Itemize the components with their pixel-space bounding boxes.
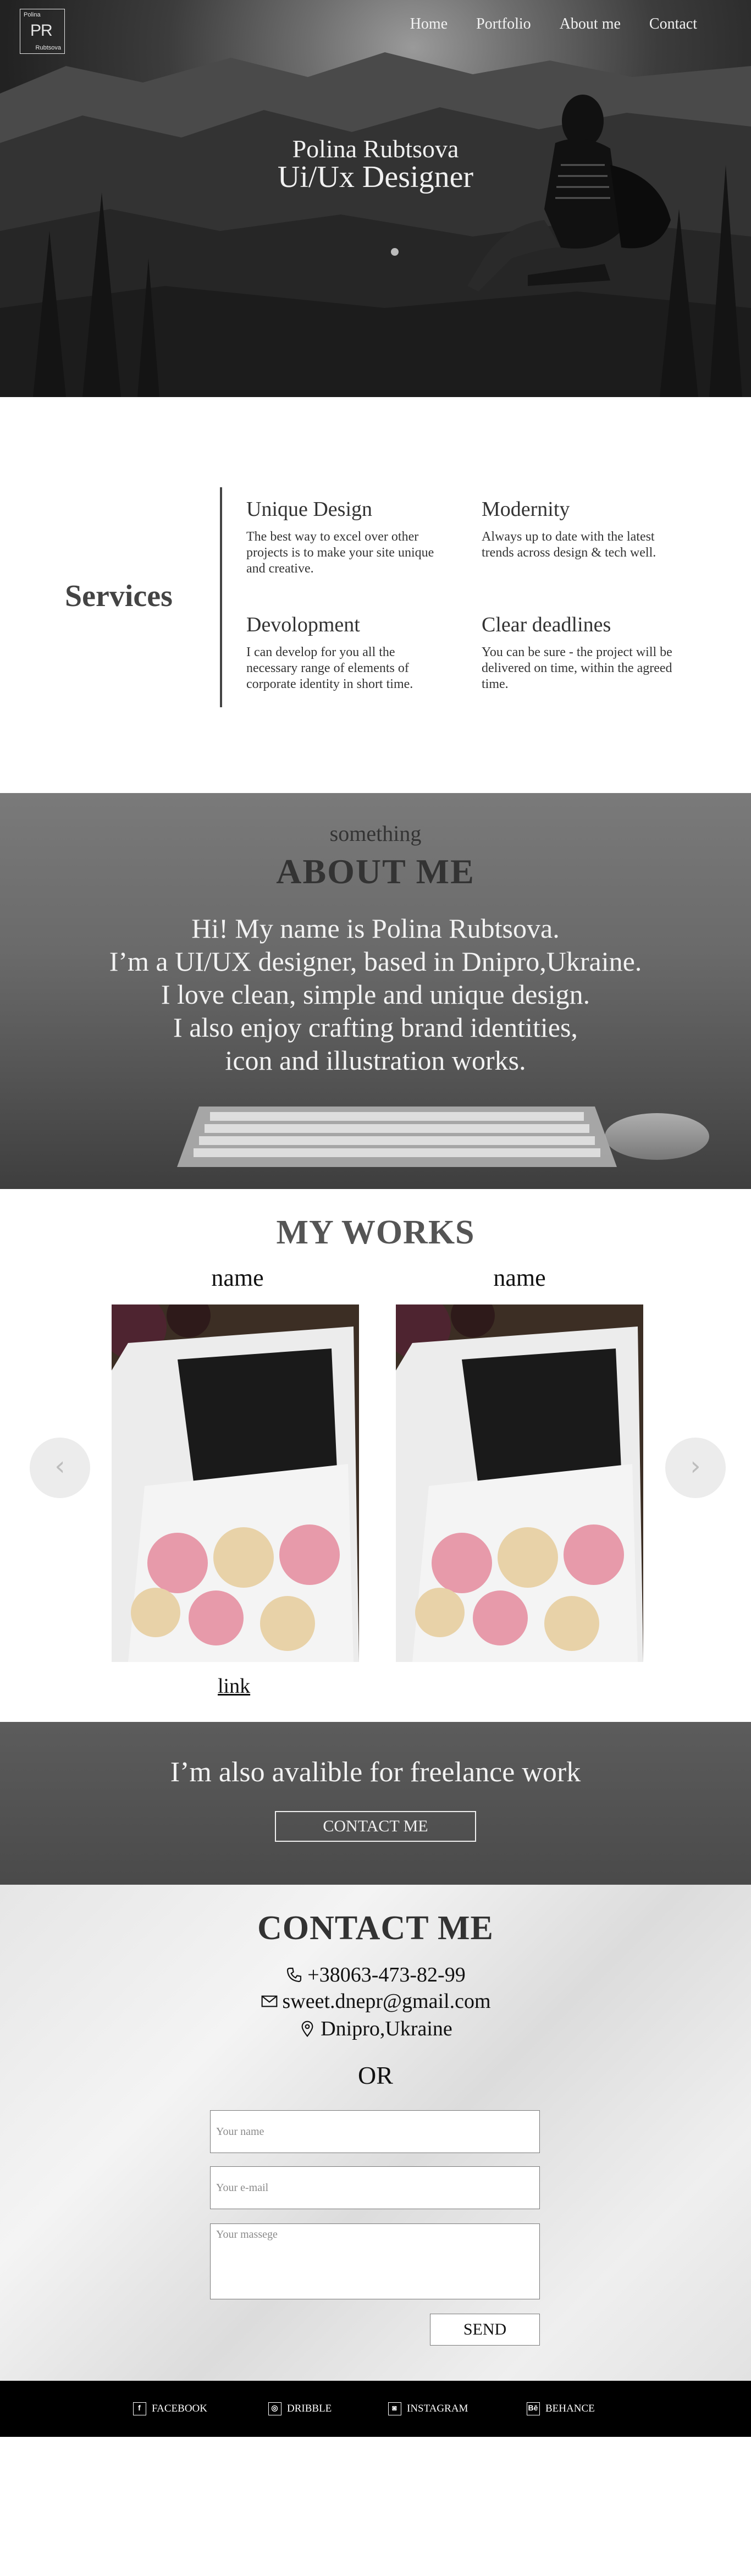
contact-section: CONTACT ME +38063-473-82-99 sweet.dnepr@… [0,1885,751,2381]
facebook-label: FACEBOOK [152,2403,207,2414]
instagram-label: INSTAGRAM [407,2403,468,2414]
hero-role: Ui/Ux Designer [277,160,474,194]
logo-last-name: Rubtsova [35,45,61,51]
services-title: Services [65,579,173,613]
services-divider [220,487,222,707]
location-pin-icon [301,2021,313,2038]
mouse-image [605,1113,709,1160]
keyboard-image [177,1107,617,1167]
message-textarea[interactable] [211,2224,539,2299]
work-name: name [493,1264,546,1291]
service-text: I can develop for you all the necessary … [246,645,413,691]
about-subtitle: something [329,821,422,846]
work-link[interactable]: link [218,1674,250,1698]
service-text: You can be sure - the project will be de… [482,645,672,691]
about-line: Hi! My name is Polina Rubtsova. [191,913,560,944]
facebook-link[interactable]: f FACEBOOK [133,2402,207,2415]
chevron-left-icon: ‹ [54,1451,65,1482]
email-field-wrapper [210,2166,540,2209]
message-field-wrapper [210,2223,540,2299]
contact-email: sweet.dnepr@gmail.com [0,1989,751,2013]
dribbble-label: DRIBBLE [287,2403,332,2414]
service-title: Unique Design [246,498,373,521]
contact-title: CONTACT ME [257,1909,494,1947]
service-development: Devolopment I can develop for you all th… [246,613,444,692]
logo[interactable]: Polina PR Rubtsova [20,9,65,54]
chevron-right-icon: › [690,1451,701,1482]
freelance-text: I’m also avalible for freelance work [170,1757,581,1788]
carousel-prev-button[interactable]: ‹ [30,1438,90,1498]
work-thumbnail[interactable] [396,1304,643,1662]
work-name: name [211,1264,264,1291]
logo-first-name: Polina [24,12,41,18]
name-field-wrapper [210,2110,540,2153]
service-title: Modernity [482,498,570,521]
instagram-link[interactable]: ◙ INSTAGRAM [388,2402,468,2415]
phone-text[interactable]: +38063-473-82-99 [307,1963,465,1986]
behance-link[interactable]: Bē BEHANCE [527,2402,595,2415]
dribbble-icon: ◎ [268,2402,281,2415]
or-divider: OR [358,2061,393,2089]
dribbble-link[interactable]: ◎ DRIBBLE [268,2402,332,2415]
main-nav: Home Portfolio About me Contact [410,15,697,33]
behance-label: BEHANCE [545,2403,595,2414]
name-input[interactable] [211,2111,539,2153]
cupcake-box-image [112,1304,359,1662]
service-text: Always up to date with the latest trends… [482,530,656,560]
email-input[interactable] [211,2167,539,2209]
about-line: I’m a UI/UX designer, based in Dnipro,Uk… [109,946,642,977]
contact-location: Dnipro,Ukraine [0,2017,751,2041]
facebook-icon: f [133,2402,146,2415]
mail-icon [261,1995,277,2007]
cupcake-box-image [396,1304,643,1662]
nav-home-link[interactable]: Home [410,15,448,33]
nav-about-link[interactable]: About me [560,15,621,33]
carousel-next-button[interactable]: › [665,1438,726,1498]
about-line: I also enjoy crafting brand identities, [173,1012,578,1043]
logo-initials: PR [30,21,53,40]
nav-portfolio-link[interactable]: Portfolio [476,15,531,33]
footer: f FACEBOOK ◎ DRIBBLE ◙ INSTAGRAM Bē BEHA… [0,2381,751,2437]
about-line: icon and illustration works. [225,1045,526,1076]
instagram-icon: ◙ [388,2402,401,2415]
about-section: something ABOUT ME Hi! My name is Polina… [0,793,751,1189]
service-modernity: Modernity Always up to date with the lat… [482,497,680,561]
email-text[interactable]: sweet.dnepr@gmail.com [283,1990,491,2013]
service-text: The best way to excel over other project… [246,530,434,576]
phone-icon [287,1967,302,1983]
contact-phone: +38063-473-82-99 [0,1963,751,1987]
service-title: Devolopment [246,613,360,636]
service-clear-deadlines: Clear deadlines You can be sure - the pr… [482,613,680,692]
works-title: MY WORKS [276,1214,475,1251]
freelance-section: I’m also avalible for freelance work CON… [0,1722,751,1885]
service-title: Clear deadlines [482,613,611,636]
about-line: I love clean, simple and unique design. [161,979,590,1010]
behance-icon: Bē [527,2402,540,2415]
hero-background-image [0,52,751,397]
contact-me-button[interactable]: CONTACT ME [275,1811,476,1842]
nav-contact-link[interactable]: Contact [649,15,697,33]
send-button[interactable]: SEND [430,2314,540,2346]
hero-section: Polina PR Rubtsova Home Portfolio About … [0,0,751,397]
service-unique-design: Unique Design The best way to excel over… [246,497,444,577]
work-thumbnail[interactable] [112,1304,359,1662]
location-text: Dnipro,Ukraine [321,2017,452,2040]
about-text: Hi! My name is Polina Rubtsova. I’m a UI… [0,912,751,1077]
about-title: ABOUT ME [276,852,475,891]
